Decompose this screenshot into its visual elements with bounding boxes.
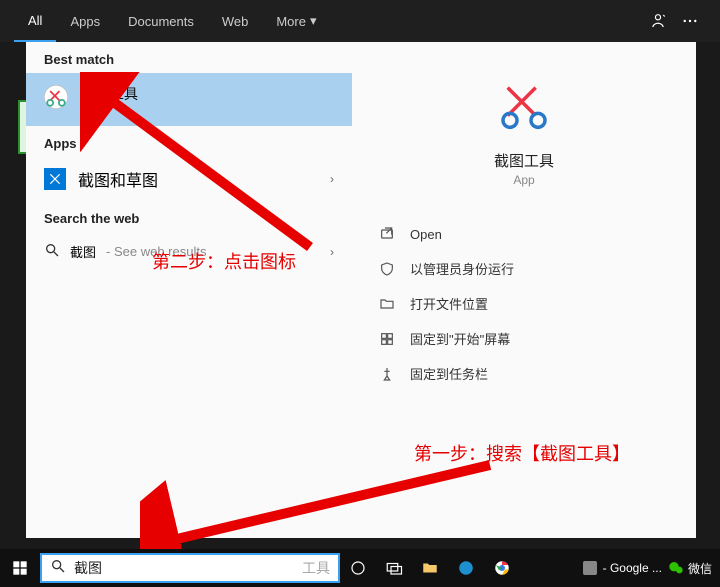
search-ghost-text: 工具 (302, 558, 330, 578)
tray-wechat-label: 微信 (688, 560, 712, 577)
web-result-hint: - See web results (106, 244, 206, 259)
apps-heading: Apps (26, 126, 352, 157)
pin-start-icon (378, 330, 396, 348)
action-label: Open (410, 227, 442, 242)
search-icon (50, 558, 66, 579)
action-open-file-location[interactable]: 打开文件位置 (372, 286, 676, 321)
action-open[interactable]: Open (372, 217, 676, 251)
chrome-icon[interactable] (484, 549, 520, 587)
category-label: More (276, 14, 306, 29)
web-result-item[interactable]: 截图 - See web results › (26, 232, 352, 271)
taskbar-pinned-icons (340, 549, 520, 587)
chevron-right-icon: › (330, 245, 334, 259)
search-category-bar: All Apps Documents Web More ▾ (0, 0, 720, 42)
category-label: Documents (128, 14, 194, 29)
pin-taskbar-icon (378, 365, 396, 383)
search-web-heading: Search the web (26, 201, 352, 232)
cortana-icon[interactable] (340, 549, 376, 587)
action-label: 固定到"开始"屏幕 (410, 329, 510, 348)
web-result-query: 截图 (70, 242, 96, 261)
category-more[interactable]: More ▾ (262, 0, 330, 42)
task-view-icon[interactable] (376, 549, 412, 587)
category-label: Apps (70, 14, 100, 29)
action-run-as-admin[interactable]: 以管理员身份运行 (372, 251, 676, 286)
search-results-panel: Best match 截图工具 App Apps 截图和草图 › Search … (26, 42, 696, 538)
more-options-icon[interactable] (674, 5, 706, 37)
category-documents[interactable]: Documents (114, 0, 208, 42)
best-match-item[interactable]: 截图工具 App (26, 73, 352, 126)
snip-sketch-icon (44, 168, 66, 190)
taskbar-search-input[interactable] (74, 560, 298, 576)
apps-result-item[interactable]: 截图和草图 › (26, 157, 352, 201)
tray-wechat[interactable]: 微信 (668, 560, 712, 577)
start-button[interactable] (0, 549, 40, 587)
action-pin-to-taskbar[interactable]: 固定到任务栏 (372, 356, 676, 391)
chevron-down-icon: ▾ (310, 13, 317, 29)
action-label: 以管理员身份运行 (410, 259, 514, 278)
search-icon (44, 242, 60, 261)
action-pin-to-start[interactable]: 固定到"开始"屏幕 (372, 321, 676, 356)
results-left-column: Best match 截图工具 App Apps 截图和草图 › Search … (26, 42, 352, 538)
folder-icon (378, 295, 396, 313)
tray-app-icon[interactable] (583, 561, 597, 575)
category-label: Web (222, 14, 249, 29)
best-match-heading: Best match (26, 42, 352, 73)
tray-google-label[interactable]: - Google ... (603, 561, 662, 575)
file-explorer-icon[interactable] (412, 549, 448, 587)
preview-actions: Open 以管理员身份运行 打开文件位置 固定到"开始"屏幕 固定到任务栏 (372, 217, 676, 391)
preview-title: 截图工具 (494, 150, 554, 171)
action-label: 固定到任务栏 (410, 364, 488, 383)
category-label: All (28, 13, 42, 28)
admin-icon (378, 260, 396, 278)
action-label: 打开文件位置 (410, 294, 488, 313)
edge-icon[interactable] (448, 549, 484, 587)
category-apps[interactable]: Apps (56, 0, 114, 42)
taskbar-search-box[interactable]: 工具 (40, 553, 340, 583)
best-match-title: 截图工具 (82, 84, 138, 104)
snipping-tool-icon (42, 83, 70, 116)
open-icon (378, 225, 396, 243)
category-web[interactable]: Web (208, 0, 263, 42)
system-tray: - Google ... 微信 (583, 560, 720, 577)
preview-sub: App (513, 173, 534, 187)
feedback-icon[interactable] (642, 5, 674, 37)
taskbar: 工具 - Google ... 微信 (0, 549, 720, 587)
preview-snipping-tool-icon (492, 72, 556, 136)
chevron-right-icon: › (330, 172, 334, 186)
apps-result-title: 截图和草图 (78, 167, 158, 191)
best-match-sub: App (82, 104, 138, 116)
results-preview-column: 截图工具 App Open 以管理员身份运行 打开文件位置 固定到"开始"屏幕 … (352, 42, 696, 538)
category-all[interactable]: All (14, 0, 56, 42)
